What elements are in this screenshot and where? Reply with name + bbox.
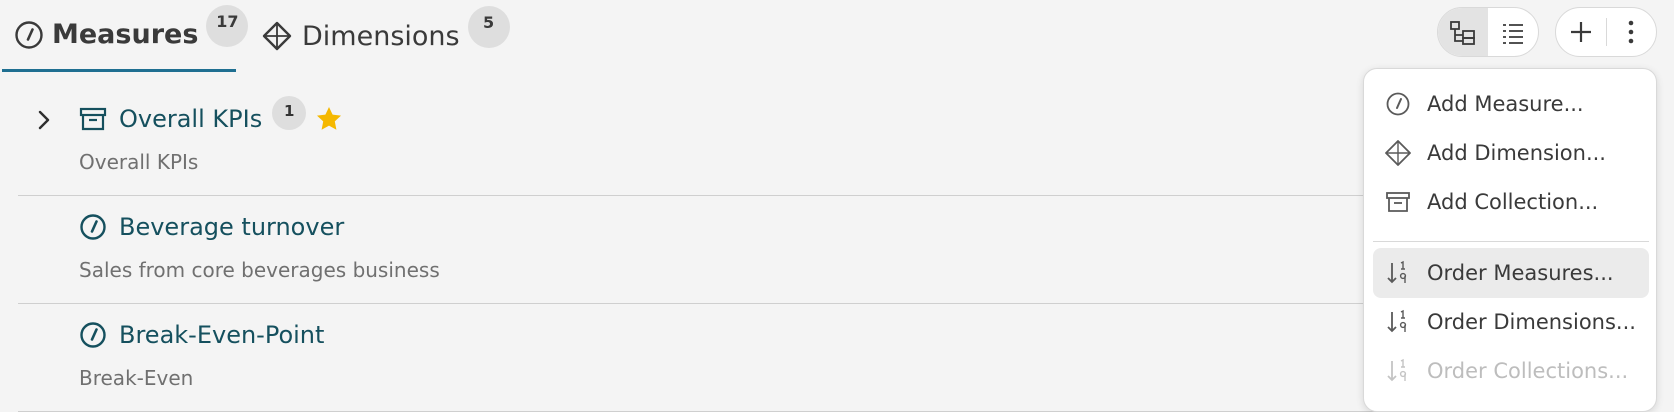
sort-icon (1383, 356, 1413, 386)
list-item[interactable]: Overall KPIs 1 Overall KPIs (18, 88, 1478, 196)
gauge-icon (1383, 89, 1413, 119)
list-item-title[interactable]: Beverage turnover (119, 213, 344, 241)
tab-dimensions-label: Dimensions (302, 20, 460, 52)
menu-item-order-dimensions[interactable]: Order Dimensions... (1373, 297, 1649, 347)
gauge-icon (79, 321, 107, 349)
chevron-right-icon[interactable] (32, 106, 56, 134)
sort-icon (1383, 307, 1413, 337)
sort-icon (1383, 258, 1413, 288)
menu-item-label: Order Collections... (1427, 359, 1629, 383)
measures-list: Overall KPIs 1 Overall KPIs Beverage tur… (18, 88, 1478, 412)
menu-divider (1373, 241, 1649, 242)
add-dropdown-menu: Add Measure... Add Dimension... Add Coll… (1363, 68, 1657, 412)
plus-icon (1568, 19, 1594, 45)
archive-box-icon (1383, 187, 1413, 217)
list-view-icon (1501, 21, 1525, 45)
list-item[interactable]: Break-Even-Point Break-Even (18, 304, 1478, 412)
menu-item-add-collection[interactable]: Add Collection... (1373, 177, 1649, 227)
gauge-icon (14, 18, 44, 52)
menu-item-label: Add Dimension... (1427, 141, 1606, 165)
tab-measures[interactable]: Measures 17 (2, 0, 249, 72)
diamond-icon (260, 19, 294, 53)
more-vertical-icon (1627, 19, 1635, 45)
diamond-icon (1383, 138, 1413, 168)
list-item-title[interactable]: Overall KPIs (119, 105, 262, 133)
star-icon[interactable] (314, 104, 344, 134)
more-options-button[interactable] (1606, 7, 1656, 57)
action-button-group (1555, 7, 1657, 57)
add-button[interactable] (1556, 7, 1606, 57)
list-item-description: Sales from core beverages business (79, 258, 440, 282)
menu-item-label: Order Measures... (1427, 261, 1614, 285)
menu-item-add-dimension[interactable]: Add Dimension... (1373, 128, 1649, 178)
list-item-count-badge: 1 (272, 96, 307, 130)
menu-item-order-measures[interactable]: Order Measures... (1373, 248, 1649, 298)
menu-item-label: Add Measure... (1427, 92, 1584, 116)
menu-item-add-measure[interactable]: Add Measure... (1373, 79, 1649, 129)
tab-dimensions[interactable]: Dimensions 5 (260, 0, 510, 72)
list-item[interactable]: Beverage turnover Sales from core bevera… (18, 196, 1478, 304)
dimensions-count-badge: 5 (467, 6, 510, 48)
list-item-title[interactable]: Break-Even-Point (119, 321, 324, 349)
gauge-icon (79, 213, 107, 241)
tab-measures-label: Measures (52, 19, 199, 50)
view-mode-toggle (1437, 7, 1539, 57)
measures-panel: Measures 17 Dimensions 5 Overall KPIs 1 … (0, 0, 1674, 412)
menu-item-order-collections: Order Collections... (1373, 346, 1649, 396)
tree-view-button[interactable] (1438, 8, 1488, 56)
list-item-description: Overall KPIs (79, 150, 199, 174)
menu-item-label: Add Collection... (1427, 190, 1599, 214)
tree-view-icon (1449, 20, 1477, 46)
tab-bar: Measures 17 Dimensions 5 (0, 0, 1674, 72)
list-item-description: Break-Even (79, 366, 194, 390)
archive-box-icon (79, 105, 107, 133)
menu-item-label: Order Dimensions... (1427, 310, 1636, 334)
list-view-button[interactable] (1488, 8, 1538, 56)
measures-count-badge: 17 (206, 4, 249, 47)
